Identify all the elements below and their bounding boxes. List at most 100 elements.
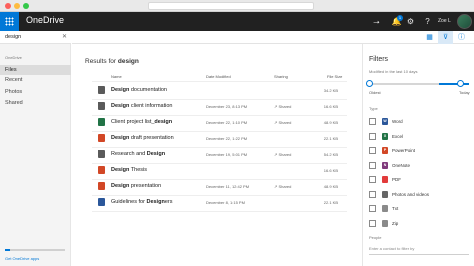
checkbox[interactable] [369,147,376,154]
type-filter-word[interactable]: W Word [369,117,469,127]
checkbox[interactable] [369,205,376,212]
app-launcher-button[interactable] [0,12,19,31]
column-header-name[interactable]: Name [111,74,122,79]
filter-icon: ⊽ [442,34,449,41]
user-name[interactable]: Zoe L [438,18,451,24]
type-filter-powerpoint[interactable]: P PowerPoint [369,146,469,156]
type-filter-zip[interactable]: Zip [369,219,469,229]
file-name[interactable]: Research and Design [111,151,165,157]
table-row[interactable]: Design documentation 34.2 KB [85,84,353,98]
type-filter-excel[interactable]: X Excel [369,132,469,142]
folder-icon [98,102,105,110]
file-size: 34.2 KB [323,88,338,93]
address-bar[interactable] [148,2,314,10]
folder-icon [98,86,105,94]
file-name[interactable]: Design documentation [111,87,167,93]
file-sharing: ↗ Shared [274,120,292,125]
type-filter-photos-and-videos[interactable]: Photos and videos [369,190,469,200]
info-icon: ⓘ [458,34,465,41]
maximize-window-button[interactable] [23,3,29,9]
storage-meter-fill [5,249,10,251]
sidebar-item-files[interactable]: Files [0,65,71,75]
sidebar-item-recent[interactable]: Recent [0,75,71,85]
type-section-label: Type [369,106,378,111]
file-sharing: ↗ Shared [274,104,292,109]
column-header-size[interactable]: File Size [327,74,342,79]
type-filter-pdf[interactable]: PDF [369,175,469,185]
file-size: 48.9 KB [323,120,338,125]
results-prefix: Results for [85,58,117,65]
sidebar-item-photos[interactable]: Photos [0,87,71,97]
flow-button[interactable]: ⭢ [367,12,386,31]
file-sharing: ↗ Shared [274,184,292,189]
file-name[interactable]: Guidelines for Designers [111,199,172,205]
checkbox[interactable] [369,190,376,198]
table-row[interactable]: Research and Design December 19, 5:01 PM ↗… [85,148,353,162]
help-button[interactable]: ? [418,12,437,31]
type-filter-onenote[interactable]: N OneNote [369,161,469,171]
type-label: Zip [392,220,399,226]
type-label: Photos and videos [392,191,430,197]
gear-icon: ⚙ [406,17,415,26]
checkbox[interactable] [369,219,376,227]
search-query: design [5,34,22,40]
avatar[interactable] [457,14,472,29]
type-label: OneNote [392,162,411,168]
table-row[interactable]: Design Thesis 16.6 KB [85,164,353,178]
table-row[interactable]: Design presentation December 11, 12:42 PM… [85,180,353,194]
filters-title: Filters [369,56,389,63]
slider-end-handle[interactable] [457,80,464,87]
column-header-sharing[interactable]: Sharing [274,74,288,79]
file-name[interactable]: Design draft presentation [111,135,174,141]
powerpoint-icon: P [382,147,388,154]
powerpoint-icon [98,134,105,142]
checkbox[interactable] [369,118,376,125]
window-titlebar [0,0,474,12]
storage-meter [5,249,65,251]
checkbox[interactable] [369,132,376,140]
file-sharing: ↗ Shared [274,152,292,157]
file-name[interactable]: Client project list_design [111,119,172,125]
excel-icon: X [382,132,388,140]
file-name[interactable]: Design presentation [111,183,161,189]
column-header-date[interactable]: Date Modified [206,74,231,79]
view-toggle-button[interactable]: ▦ [422,31,437,44]
type-filter-txt[interactable]: Txt [369,204,469,214]
onenote-icon [98,166,105,174]
grid-view-icon: ▦ [426,34,433,41]
file-name[interactable]: Design Thesis [111,167,147,173]
people-section-label: People [369,235,382,240]
type-label: PDF [392,177,401,182]
slider-start-handle[interactable] [366,80,373,87]
checkbox[interactable] [369,176,376,183]
table-row[interactable]: Client project list_design December 22, 1… [85,116,353,130]
file-date: December 11, 12:42 PM [206,184,250,189]
date-slider-track[interactable] [369,83,469,85]
pdf-icon [382,176,388,183]
file-date: December 23, 8:13 PM [206,104,248,109]
close-icon[interactable]: ✕ [62,33,67,40]
table-row[interactable]: Design draft presentation December 22, 1:… [85,132,353,146]
search-input[interactable]: design ✕ [0,31,71,44]
get-apps-link[interactable]: Get OneDrive apps [5,256,39,261]
type-label: Word [392,119,403,124]
info-button[interactable]: ⓘ [454,31,469,44]
people-filter-input[interactable]: Enter a contact to filter by [369,246,469,255]
sidebar-item-shared[interactable]: Shared [0,98,71,108]
filter-button[interactable]: ⊽ [438,31,453,44]
file-name[interactable]: Design client information [111,103,172,109]
slider-today-label: Today [459,90,470,95]
close-window-button[interactable] [5,3,11,9]
checkbox[interactable] [369,161,376,169]
file-date: December 22, 1:10 PM [206,120,248,125]
file-size: 16.6 KB [323,168,338,173]
minimize-window-button[interactable] [14,3,20,9]
file-size: 16.6 KB [323,104,338,109]
type-label: PowerPoint [392,148,416,153]
table-row[interactable]: Design client information December 23, 8:… [85,100,353,114]
word-icon: W [382,118,388,125]
table-row[interactable]: Guidelines for Designers December 8, 1:15… [85,196,353,210]
app-title[interactable]: OneDrive [26,15,64,25]
zip-icon [382,219,388,227]
photo-icon [382,190,388,198]
